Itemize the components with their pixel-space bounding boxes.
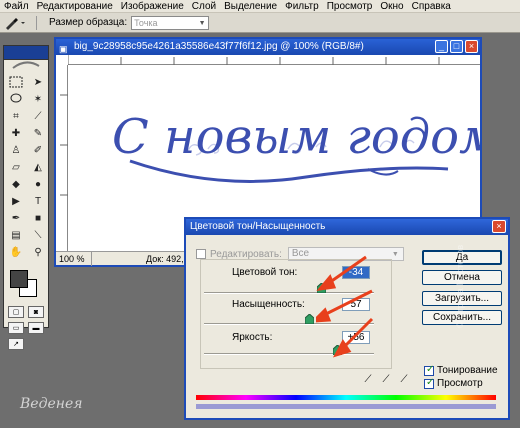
menu-file[interactable]: Файл — [0, 0, 33, 13]
zoom-icon[interactable]: ⚲ — [28, 244, 48, 260]
move-icon[interactable]: ➤ — [28, 74, 48, 90]
menu-layer[interactable]: Слой — [188, 0, 220, 13]
toolbox: ➤ ✶ ⌗ ⟋ ✚ ✎ ♙ ✐ ▱ ◭ ◆ ● ▶ T ✒ ■ ▤ ⟍ ✋ ⚲ … — [3, 45, 49, 350]
quick-mask-icon[interactable]: ◙ — [28, 306, 44, 318]
menu-edit[interactable]: Редактирование — [33, 0, 117, 13]
saturation-label: Насыщенность: — [232, 299, 305, 310]
hand-icon[interactable]: ✋ — [6, 244, 26, 260]
dialog-title: Цветовой тон/Насыщенность — [190, 221, 326, 232]
screen-mode-standard-icon[interactable]: ▭ — [8, 322, 24, 334]
preview-row: Просмотр — [424, 377, 483, 389]
healing-brush-icon[interactable]: ✚ — [6, 125, 26, 141]
menu-filter[interactable]: Фильтр — [281, 0, 323, 13]
eraser-icon[interactable]: ▱ — [6, 159, 26, 175]
marquee-icon[interactable] — [6, 74, 26, 90]
tool-grid: ➤ ✶ ⌗ ⟋ ✚ ✎ ♙ ✐ ▱ ◭ ◆ ● ▶ T ✒ ■ ▤ ⟍ ✋ ⚲ — [4, 72, 48, 262]
minimize-icon[interactable]: _ — [435, 40, 448, 53]
lightness-label: Яркость: — [232, 332, 273, 343]
blur-icon[interactable]: ◆ — [6, 176, 26, 192]
annotation-arrows — [316, 255, 374, 358]
maximize-icon[interactable]: □ — [450, 40, 463, 53]
history-brush-icon[interactable]: ✐ — [28, 142, 48, 158]
eyedropper-icon[interactable] — [4, 15, 30, 31]
hue-label: Цветовой тон: — [232, 267, 298, 278]
menu-image[interactable]: Изображение — [117, 0, 188, 13]
eyedropper-minus-icon[interactable]: ⟋ — [398, 373, 410, 385]
dialog-titlebar[interactable]: Цветовой тон/Насыщенность × — [186, 219, 508, 235]
jump-row: ↗ — [4, 336, 48, 352]
ruler-vertical — [56, 65, 68, 251]
menu-bar: Файл Редактирование Изображение Слой Выд… — [0, 0, 520, 13]
menu-select[interactable]: Выделение — [220, 0, 281, 13]
signature: Веденея — [20, 396, 83, 412]
feather-icon — [4, 60, 48, 72]
colorize-row: Тонирование — [424, 364, 498, 376]
crop-icon[interactable]: ⌗ — [6, 108, 26, 124]
chevron-down-icon: ▼ — [198, 19, 206, 27]
saturation-slider-thumb[interactable] — [305, 314, 314, 324]
eyedropper-group: ⟋ ⟋ ⟋ — [362, 373, 410, 385]
magic-wand-icon[interactable]: ✶ — [28, 91, 48, 107]
screen-mode-full-icon[interactable]: ▬ — [28, 322, 44, 334]
foreground-color[interactable] — [10, 270, 28, 288]
document-title: big_9c28958c95e4261a35586e43f77f6f12.jpg… — [74, 41, 364, 52]
path-selection-icon[interactable]: ▶ — [6, 193, 26, 209]
menu-view[interactable]: Просмотр — [323, 0, 377, 13]
eyedropper-tool-icon[interactable]: ⟍ — [28, 227, 48, 243]
menu-help[interactable]: Справка — [408, 0, 455, 13]
result-spectrum-bar — [196, 404, 496, 409]
sample-size-label: Размер образца: — [49, 17, 128, 28]
watermark: © Страна Мастеров — [455, 244, 465, 328]
greeting-artwork: С новым годом! — [112, 109, 480, 183]
screen-mode-row: ▭ ▬ — [4, 320, 48, 336]
lasso-icon[interactable] — [6, 91, 26, 107]
edit-label: Редактировать: — [210, 248, 282, 260]
colorize-checkbox[interactable] — [424, 364, 434, 376]
eyedropper-plus-icon[interactable]: ⟋ — [380, 373, 392, 385]
options-separator — [36, 15, 37, 30]
document-titlebar[interactable]: ▣ big_9c28958c95e4261a35586e43f77f6f12.j… — [56, 39, 480, 55]
photoshop-doc-icon: ▣ — [59, 44, 68, 54]
window-controls: _ □ × — [435, 40, 478, 53]
sample-size-select[interactable]: Точка ▼ — [131, 15, 210, 30]
greeting-text: С новым годом! — [112, 109, 480, 165]
sample-size-value: Точка — [134, 17, 158, 28]
zoom-field[interactable]: 100 % — [56, 251, 92, 266]
standard-mode-icon[interactable]: ▢ — [8, 306, 24, 318]
slice-icon[interactable]: ⟋ — [28, 108, 48, 124]
brush-icon[interactable]: ✎ — [28, 125, 48, 141]
pen-icon[interactable]: ✒ — [6, 210, 26, 226]
notes-icon[interactable]: ▤ — [6, 227, 26, 243]
preview-checkbox[interactable] — [424, 377, 434, 389]
shape-icon[interactable]: ■ — [28, 210, 48, 226]
close-icon[interactable]: × — [465, 40, 478, 53]
options-bar: Размер образца: Точка ▼ — [0, 13, 520, 33]
clone-stamp-icon[interactable]: ♙ — [6, 142, 26, 158]
edit-checkbox — [196, 249, 206, 259]
ruler-horizontal — [67, 55, 480, 65]
menu-window[interactable]: Окно — [376, 0, 407, 13]
eyedropper-icon[interactable]: ⟋ — [362, 373, 374, 385]
toolbox-titlebar[interactable] — [4, 46, 48, 60]
imageready-icon[interactable]: ↗ — [8, 338, 24, 350]
hue-spectrum-bar — [196, 395, 496, 400]
type-icon[interactable]: T — [28, 193, 48, 209]
close-icon[interactable]: × — [492, 220, 506, 233]
chevron-down-icon: ▼ — [391, 251, 399, 258]
color-swatches — [4, 266, 48, 304]
paint-bucket-icon[interactable]: ◭ — [28, 159, 48, 175]
edit-value: Все — [291, 248, 310, 259]
mask-mode-row: ▢ ◙ — [4, 304, 48, 320]
preview-label: Просмотр — [437, 378, 483, 389]
dodge-icon[interactable]: ● — [28, 176, 48, 192]
colorize-label: Тонирование — [437, 365, 498, 376]
